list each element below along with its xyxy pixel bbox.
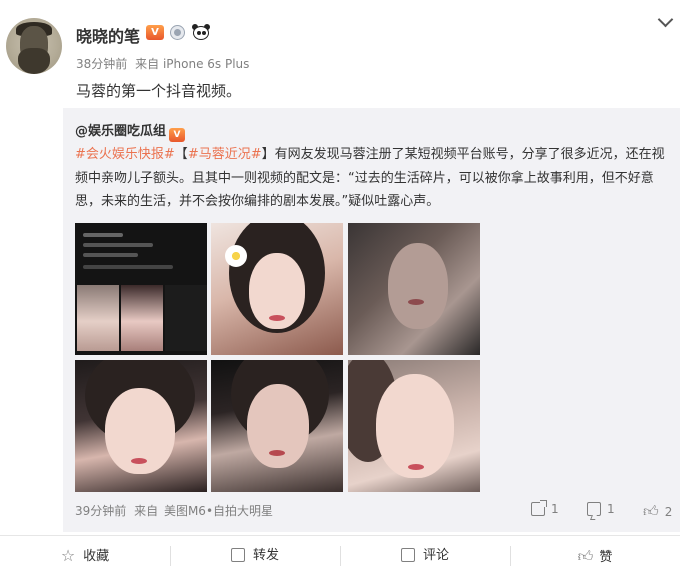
post-source[interactable]: iPhone 6s Plus	[163, 57, 249, 71]
vip-icon[interactable]: V	[146, 25, 164, 40]
repost-source-prefix: 来自	[134, 504, 159, 518]
like-count: 2	[664, 505, 673, 519]
comment-button[interactable]: 评论	[340, 536, 510, 576]
photo-thumbnail[interactable]	[211, 360, 343, 492]
topic-tag-link[interactable]: #会火娱乐快报#	[75, 147, 175, 162]
photo-thumbnail[interactable]	[211, 223, 343, 355]
medal-icon[interactable]	[170, 25, 185, 40]
avatar[interactable]	[6, 18, 62, 74]
repost-username[interactable]: @娱乐圈吃瓜组 V	[75, 120, 186, 142]
repost-share-button[interactable]: 1	[531, 500, 559, 516]
photo-thumbnail[interactable]	[75, 223, 207, 355]
thumbs-up-icon: 👍︎	[577, 547, 594, 565]
repost-like-button[interactable]: 👍︎ 2	[643, 502, 672, 521]
panda-icon[interactable]	[191, 24, 211, 41]
chevron-down-icon[interactable]	[656, 14, 676, 28]
repost-text: #会火娱乐快报#【#马蓉近况#】有网友发现马蓉注册了某短视频平台账号，分享了很多…	[75, 143, 675, 214]
post-time[interactable]: 38分钟前	[76, 57, 127, 71]
comment-label: 评论	[422, 548, 449, 563]
repost-username-label[interactable]: @娱乐圈吃瓜组	[75, 124, 166, 139]
favorite-button[interactable]: ☆ 收藏	[0, 536, 170, 576]
photo-thumbnail[interactable]	[348, 360, 480, 492]
share-count: 1	[551, 502, 559, 516]
repost-box[interactable]: @娱乐圈吃瓜组 V #会火娱乐快报#【#马蓉近况#】有网友发现马蓉注册了某短视频平…	[63, 108, 680, 532]
bracket-open: 【	[174, 147, 188, 162]
repost-source[interactable]: 美图M6•自拍大明星	[164, 504, 273, 518]
post-text: 马蓉的第一个抖音视频。	[76, 82, 242, 100]
star-icon: ☆	[60, 546, 76, 565]
share-icon	[531, 500, 547, 516]
post-meta: 38分钟前 来自 iPhone 6s Plus	[76, 55, 249, 72]
forward-label: 转发	[252, 548, 279, 563]
forward-button[interactable]: 转发	[170, 536, 340, 576]
favorite-label: 收藏	[83, 549, 110, 564]
post-source-prefix: 来自	[135, 57, 160, 71]
weibo-card: 晓晓的笔 V 38分钟前 来自 iPhone 6s Plus 马蓉的第一个抖音视…	[0, 0, 680, 576]
like-label: 赞	[599, 550, 613, 565]
bracket-close: 】	[261, 147, 275, 162]
comment-icon	[587, 502, 601, 516]
username[interactable]: 晓晓的笔	[76, 23, 140, 47]
thumbs-up-icon: 👍︎	[643, 502, 659, 520]
comment-count: 1	[607, 502, 615, 516]
forward-icon	[230, 548, 245, 562]
repost-meta: 39分钟前 来自 美图M6•自拍大明星	[75, 502, 273, 519]
topic-tag-link[interactable]: #马蓉近况#	[188, 147, 262, 162]
photo-thumbnail[interactable]	[348, 223, 480, 355]
vip-icon: V	[169, 128, 186, 142]
like-button[interactable]: 👍︎ 赞	[510, 536, 680, 576]
repost-time[interactable]: 39分钟前	[75, 504, 126, 518]
repost-comment-button[interactable]: 1	[587, 502, 615, 516]
flower-icon	[225, 245, 247, 267]
photo-thumbnail[interactable]	[75, 360, 207, 492]
comment-icon	[400, 548, 415, 562]
